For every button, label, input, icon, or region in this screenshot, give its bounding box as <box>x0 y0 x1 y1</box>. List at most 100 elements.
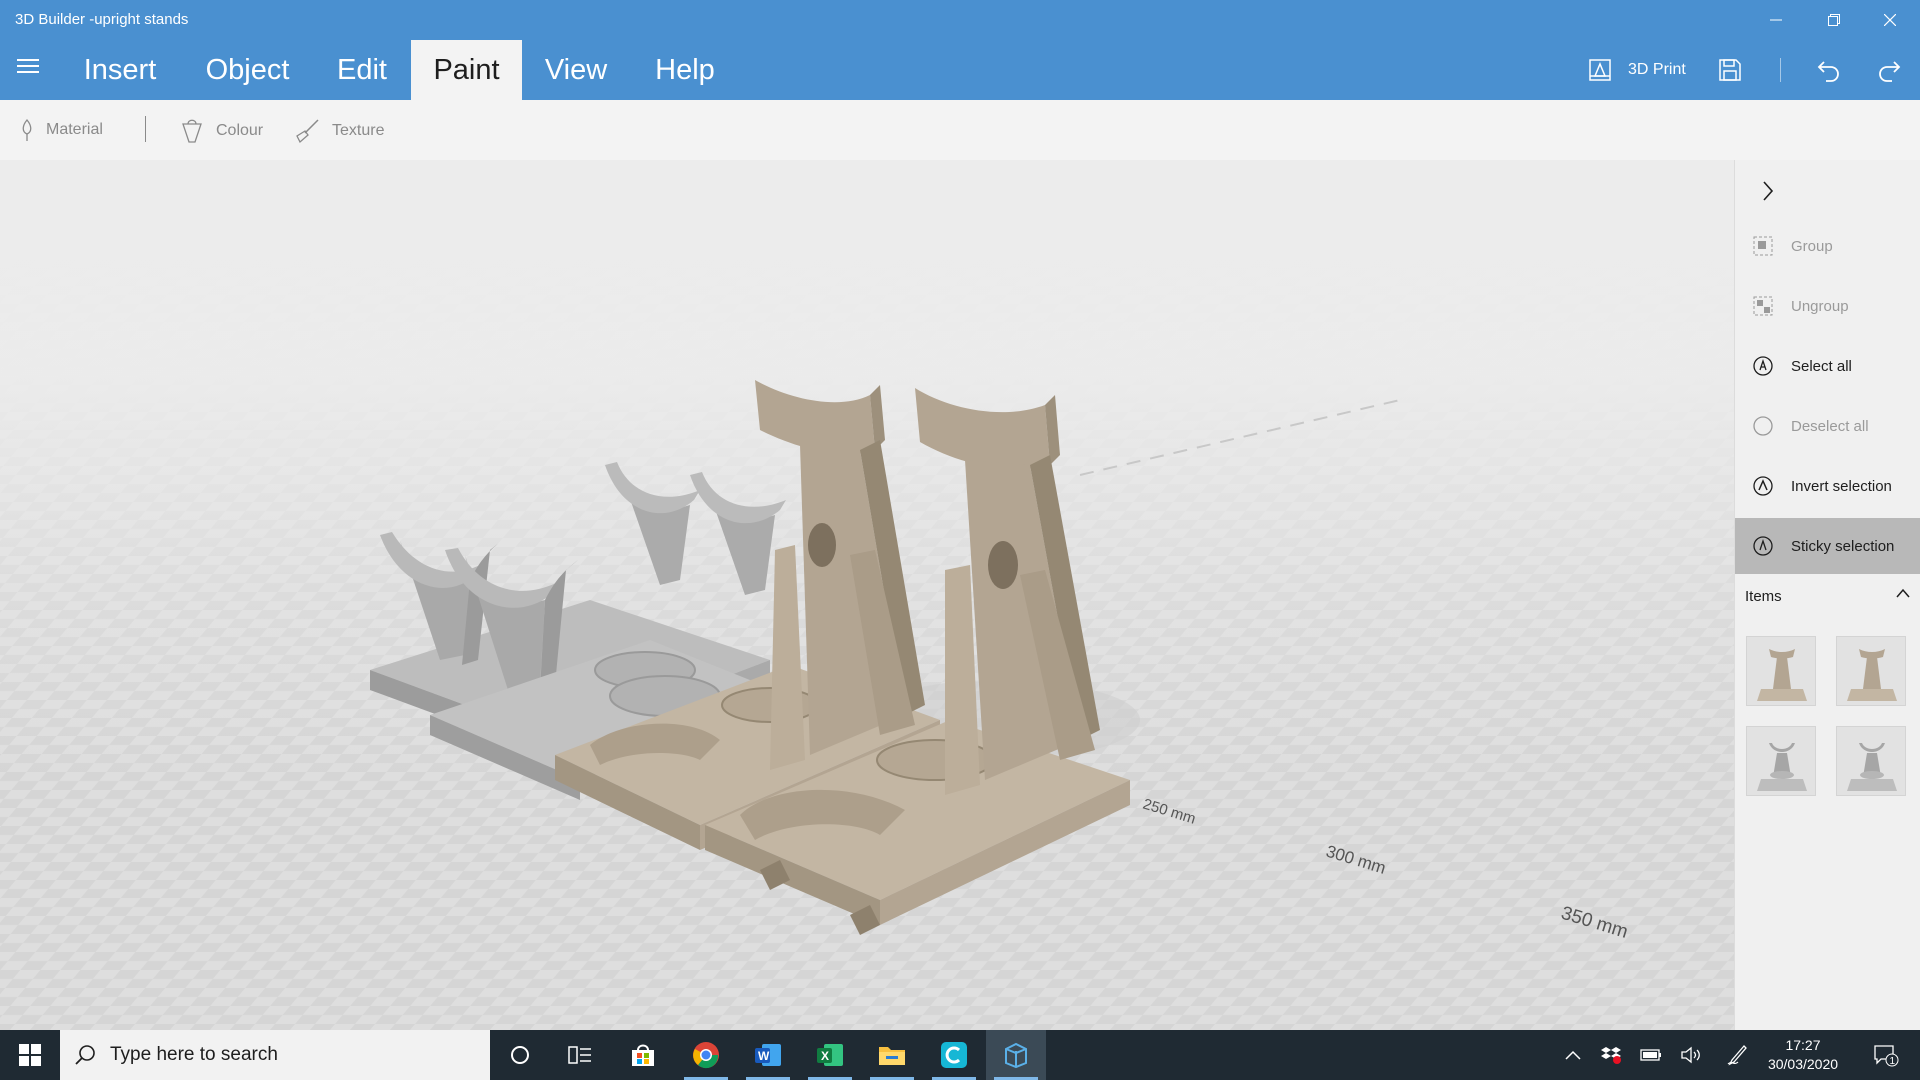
tab-view[interactable]: View <box>536 40 616 100</box>
minimize-icon <box>1770 19 1782 21</box>
search-placeholder: Type here to search <box>110 1044 278 1065</box>
deselect-all-label: Deselect all <box>1791 417 1869 435</box>
file-explorer-button[interactable] <box>862 1030 922 1080</box>
tab-paint[interactable]: Paint <box>411 40 522 100</box>
excel-app-button[interactable]: X <box>800 1030 860 1080</box>
chrome-icon <box>693 1042 719 1069</box>
paint-ribbon: Material Colour Texture <box>0 100 1920 160</box>
invert-selection-label: Invert selection <box>1791 477 1892 495</box>
title-bar: 3D Builder -upright stands <box>0 0 1920 40</box>
item-thumbnail[interactable] <box>1746 726 1816 796</box>
redo-button[interactable] <box>1876 40 1902 100</box>
texture-brush-icon <box>296 119 319 144</box>
clock-date: 30/03/2020 <box>1767 1056 1839 1072</box>
group-button[interactable]: Group <box>1735 218 1920 274</box>
start-button[interactable] <box>0 1030 60 1080</box>
print-button[interactable]: 3D Print <box>1588 40 1686 100</box>
c-app-icon <box>941 1042 967 1068</box>
save-button[interactable] <box>1718 40 1742 100</box>
svg-text:W: W <box>758 1049 770 1063</box>
ungroup-icon <box>1751 294 1775 318</box>
tan-stand-thumb-icon <box>1757 649 1807 701</box>
volume-tray-button[interactable] <box>1676 1030 1706 1080</box>
tab-insert[interactable]: Insert <box>70 40 170 100</box>
hamburger-menu-button[interactable] <box>10 48 46 84</box>
colour-label: Colour <box>216 122 264 139</box>
grey-stand-thumb-icon <box>1847 743 1897 791</box>
ungroup-button[interactable]: Ungroup <box>1735 278 1920 334</box>
save-icon <box>1719 59 1741 81</box>
chevron-up-icon <box>1565 1050 1581 1060</box>
tab-edit[interactable]: Edit <box>322 40 402 100</box>
chevron-right-icon <box>1763 181 1774 201</box>
item-thumbnail[interactable] <box>1746 636 1816 706</box>
scene-canvas: 250 mm 300 mm 350 mm <box>0 160 1734 1030</box>
3d-print-icon <box>1589 59 1611 81</box>
print-label: 3D Print <box>1628 61 1686 78</box>
material-icon <box>22 118 32 141</box>
colour-bucket-icon <box>182 119 202 143</box>
excel-icon: X <box>817 1044 843 1066</box>
invert-selection-button[interactable]: Invert selection <box>1735 458 1920 514</box>
chrome-app-button[interactable] <box>676 1030 736 1080</box>
app-header: 3D Builder -upright stands Insert Object… <box>0 0 1920 100</box>
restore-button[interactable] <box>1806 4 1862 36</box>
item-thumbnail[interactable] <box>1836 726 1906 796</box>
taskbar: Type here to search W X 17:27 30/03/2020… <box>0 1030 1920 1080</box>
c-app-button[interactable] <box>924 1030 984 1080</box>
show-hidden-icons-button[interactable] <box>1558 1030 1588 1080</box>
select-all-button[interactable]: Select all <box>1735 338 1920 394</box>
panel-collapse-button[interactable] <box>1753 176 1783 206</box>
chevron-up-icon <box>1896 588 1910 598</box>
texture-button[interactable]: Texture <box>294 118 384 144</box>
microsoft-store-icon <box>632 1044 654 1066</box>
clock-time: 17:27 <box>1785 1037 1821 1053</box>
clock[interactable]: 17:27 30/03/2020 <box>1758 1036 1848 1074</box>
sticky-selection-label: Sticky selection <box>1791 537 1895 555</box>
texture-label: Texture <box>332 122 385 139</box>
group-label: Group <box>1791 237 1833 255</box>
store-app-button[interactable] <box>613 1030 673 1080</box>
items-collapse-button[interactable] <box>1895 586 1911 603</box>
close-button[interactable] <box>1862 4 1918 36</box>
search-icon <box>75 1045 95 1065</box>
volume-icon <box>1681 1046 1700 1064</box>
material-label: Material <box>46 121 103 138</box>
word-icon: W <box>755 1044 781 1066</box>
sticky-selection-button[interactable]: Sticky selection <box>1735 518 1920 574</box>
sticky-selection-icon <box>1751 534 1775 558</box>
word-app-button[interactable]: W <box>738 1030 798 1080</box>
action-center-button[interactable]: 1 <box>1866 1030 1906 1080</box>
3d-viewport[interactable]: 250 mm 300 mm 350 mm <box>0 160 1734 1030</box>
emblem-tan-1 <box>721 687 819 723</box>
material-button[interactable]: Material <box>18 118 103 142</box>
pen-workspace-button[interactable] <box>1722 1030 1752 1080</box>
windows-logo-icon <box>19 1044 41 1066</box>
window-title: 3D Builder -upright stands <box>15 11 189 28</box>
item-thumbnail[interactable] <box>1836 636 1906 706</box>
cortana-button[interactable] <box>490 1030 550 1080</box>
hamburger-icon <box>17 59 39 73</box>
tab-object[interactable]: Object <box>195 40 300 100</box>
tan-stand-thumb-icon <box>1847 649 1897 701</box>
undo-button[interactable] <box>1816 40 1842 100</box>
3d-builder-icon <box>1005 1042 1027 1069</box>
task-view-button[interactable] <box>550 1030 610 1080</box>
tab-help[interactable]: Help <box>645 40 725 100</box>
task-view-icon <box>568 1046 591 1064</box>
minimize-button[interactable] <box>1748 4 1804 36</box>
ungroup-label: Ungroup <box>1791 297 1849 315</box>
menu-bar: Insert Object Edit Paint View Help 3D Pr… <box>0 40 1920 100</box>
toolbar-divider <box>1780 58 1781 82</box>
tower-hole-left <box>808 523 836 567</box>
3d-builder-app-button[interactable] <box>986 1030 1046 1080</box>
deselect-all-icon <box>1751 414 1775 438</box>
battery-tray-button[interactable] <box>1636 1030 1666 1080</box>
colour-button[interactable]: Colour <box>180 118 263 144</box>
taskbar-search-input[interactable]: Type here to search <box>60 1030 490 1080</box>
deselect-all-button[interactable]: Deselect all <box>1735 398 1920 454</box>
dropbox-tray-button[interactable] <box>1596 1030 1626 1080</box>
ribbon-divider <box>145 116 146 142</box>
group-icon <box>1751 234 1775 258</box>
svg-text:X: X <box>821 1049 829 1063</box>
